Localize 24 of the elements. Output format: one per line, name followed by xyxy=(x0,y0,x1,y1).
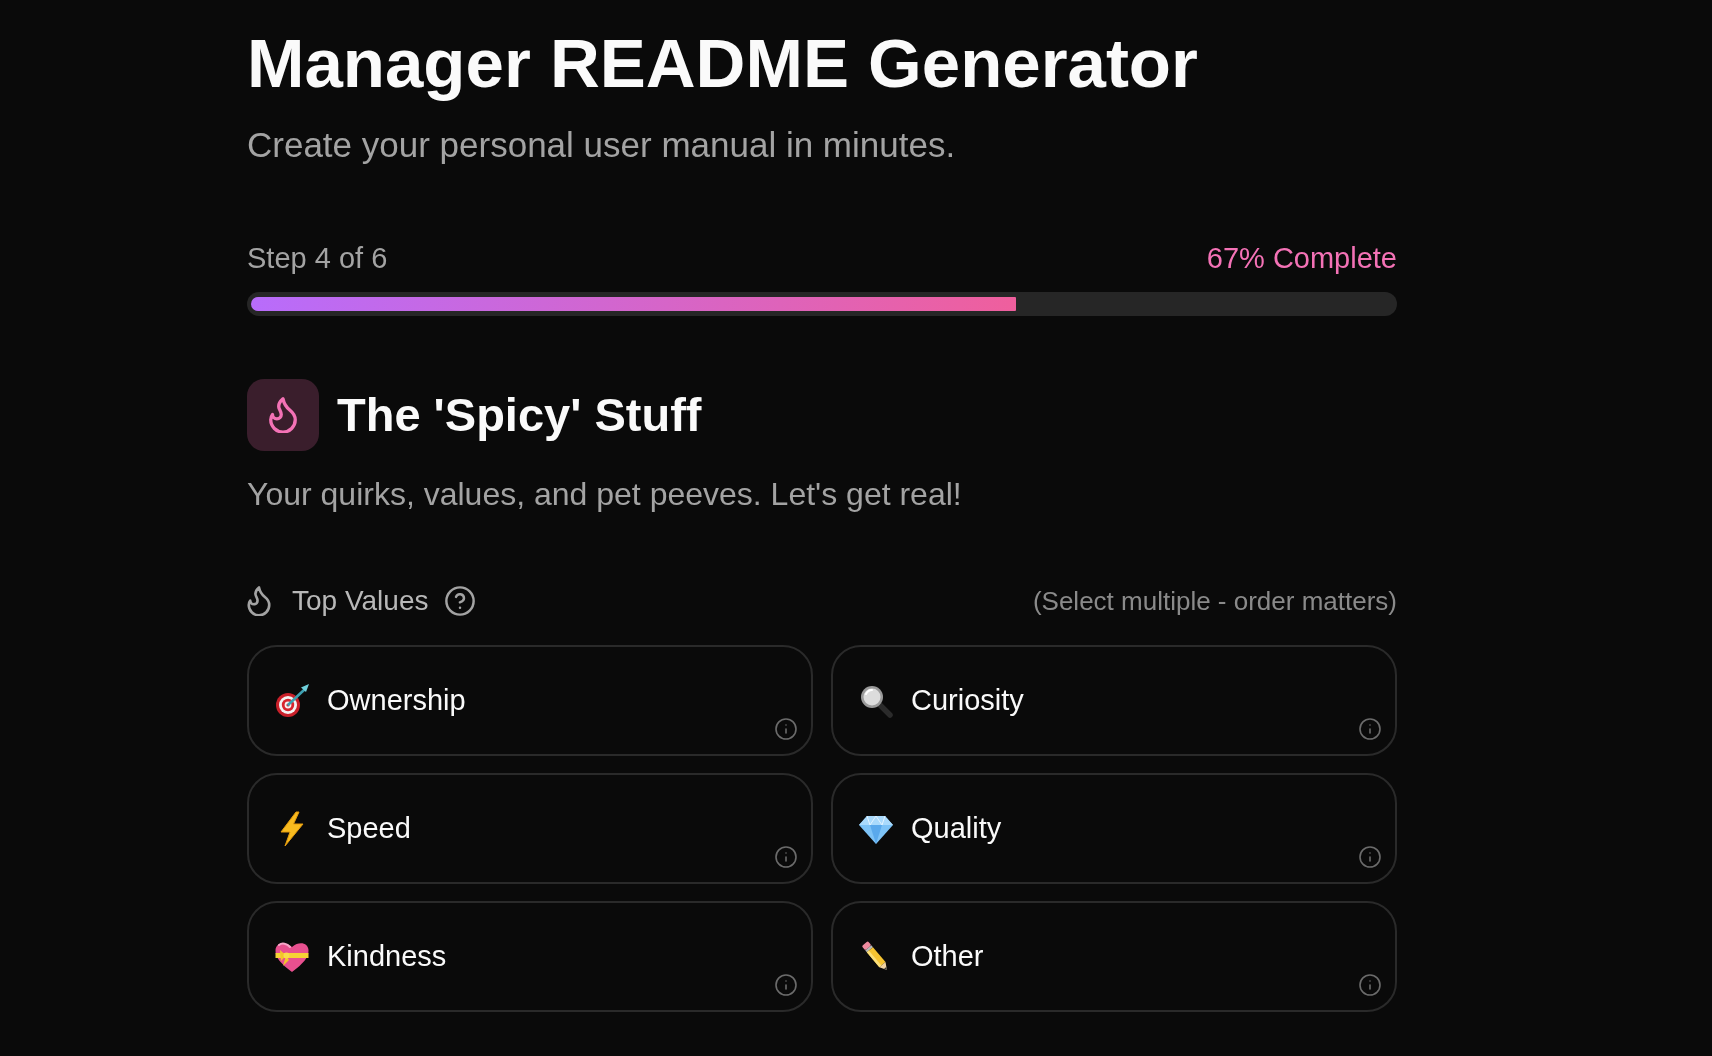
section-description: Your quirks, values, and pet peeves. Let's get real! xyxy=(247,475,962,514)
selection-hint: (Select multiple - order matters) xyxy=(1032,585,1397,617)
info-icon[interactable] xyxy=(775,846,797,868)
page-subtitle: Create your personal user manual in minutes. xyxy=(247,125,956,165)
value-option[interactable]: Other xyxy=(831,901,1397,1012)
info-icon[interactable] xyxy=(775,974,797,996)
question-label: Top Values xyxy=(292,585,429,617)
value-option[interactable]: Quality xyxy=(831,773,1397,884)
target-dart-icon xyxy=(274,682,310,719)
value-option[interactable]: Ownership xyxy=(247,645,813,756)
info-icon[interactable] xyxy=(1359,974,1381,996)
value-option[interactable]: Curiosity xyxy=(831,645,1397,756)
info-icon[interactable] xyxy=(1359,846,1381,868)
info-icon[interactable] xyxy=(775,718,797,740)
value-option[interactable]: Kindness xyxy=(247,901,813,1012)
step-counter: Step 4 of 6 xyxy=(247,242,388,274)
value-option[interactable]: Speed xyxy=(247,773,813,884)
section-title: The 'Spicy' Stuff xyxy=(337,387,702,443)
completion-percent: 67% Complete xyxy=(1206,242,1397,274)
flame-icon xyxy=(247,379,319,451)
flame-icon xyxy=(247,586,271,616)
help-icon[interactable] xyxy=(445,586,476,616)
info-icon[interactable] xyxy=(1359,718,1381,740)
page-title: Manager README Generator xyxy=(247,26,1198,101)
